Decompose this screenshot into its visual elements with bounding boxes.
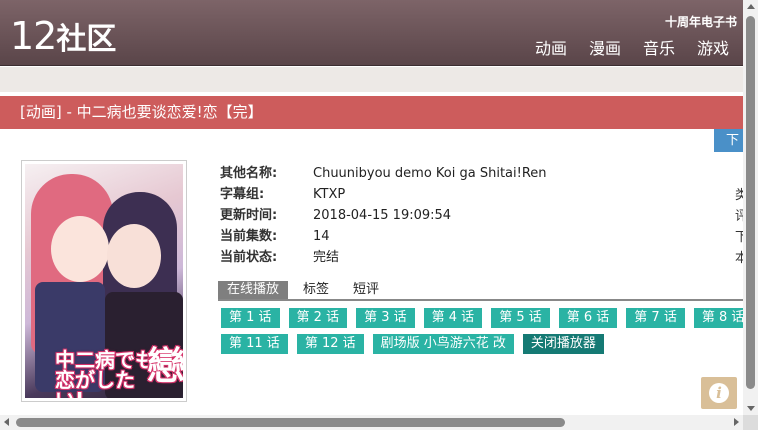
info-row-updated: 更新时间: 2018-04-15 19:09:54 (220, 205, 547, 226)
nav-item-games[interactable]: 游戏 (697, 38, 729, 60)
info-value: 2018-04-15 19:09:54 (313, 208, 452, 223)
movie-button[interactable]: 剧场版 小鸟游六花 改 (372, 334, 514, 354)
side-info-item: 评 (735, 209, 743, 224)
side-info-column: 类 评 下 本 (735, 185, 743, 269)
info-value: KTXP (313, 187, 346, 202)
info-value: 完结 (313, 250, 340, 265)
info-icon: i (709, 383, 729, 403)
info-row-alt-name: 其他名称: Chuunibyou demo Koi ga Shitai!Ren (220, 163, 547, 184)
tab-short-reviews[interactable]: 短评 (344, 281, 388, 299)
episode-button[interactable]: 第 2 话 (288, 308, 348, 328)
episode-list: 第 1 话 第 2 话 第 3 话 第 4 话 第 5 话 第 6 话 第 7 … (221, 308, 743, 360)
logo-number: 12 (10, 14, 57, 58)
episode-button[interactable]: 第 3 话 (356, 308, 415, 328)
anime-info: 其他名称: Chuunibyou demo Koi ga Shitai!Ren … (220, 163, 547, 268)
info-label: 字幕组: (220, 187, 265, 202)
anime-poster: 中二病でも恋がしたい! 戀 (21, 160, 187, 402)
vertical-scroll-thumb[interactable] (746, 16, 755, 389)
nav-item-music[interactable]: 音乐 (643, 38, 675, 60)
episode-row: 第 1 话 第 2 话 第 3 话 第 4 话 第 5 话 第 6 话 第 7 … (221, 308, 743, 334)
horizontal-scrollbar[interactable] (0, 415, 743, 430)
episode-button[interactable]: 第 7 话 (626, 308, 685, 328)
side-info-item: 下 (735, 230, 743, 245)
info-row-status: 当前状态: 完结 (220, 247, 547, 268)
scroll-right-icon[interactable] (734, 418, 739, 426)
episode-button[interactable]: 第 1 话 (221, 308, 280, 328)
side-info-item: 本 (735, 251, 743, 266)
info-button[interactable]: i (701, 377, 737, 409)
episode-button[interactable]: 第 6 话 (558, 308, 618, 328)
side-info-item: 类 (735, 188, 743, 203)
poster-logo-text: 中二病でも恋がしたい! (55, 348, 155, 398)
episode-button[interactable]: 第 5 话 (491, 308, 550, 328)
close-player-button[interactable]: 关闭播放器 (522, 334, 604, 354)
tab-online-play[interactable]: 在线播放 (218, 281, 289, 299)
logo-text: 社区 (56, 22, 117, 57)
poster-artwork: 中二病でも恋がしたい! 戀 (25, 164, 183, 398)
poster-logo-kanji: 戀 (147, 344, 183, 388)
content-tabs: 在线播放 标签 短评 (218, 281, 743, 301)
episode-row: 第 11 话 第 12 话 剧场版 小鸟游六花 改 关闭播放器 (221, 334, 743, 360)
site-logo[interactable]: 12社区 (10, 14, 116, 62)
site-header: 12社区 十周年电子书 动画 漫画 音乐 游戏 (0, 0, 743, 66)
info-row-episodes: 当前集数: 14 (220, 226, 547, 247)
nav-item-manga[interactable]: 漫画 (589, 38, 621, 60)
episode-button[interactable]: 第 8 话 (693, 308, 743, 328)
info-row-subgroup: 字幕组: KTXP (220, 184, 547, 205)
poster-logo: 中二病でも恋がしたい! 戀 (55, 346, 183, 398)
info-value: Chuunibyou demo Koi ga Shitai!Ren (313, 166, 547, 181)
episode-button[interactable]: 第 12 话 (296, 334, 364, 354)
scroll-down-icon[interactable] (747, 406, 755, 411)
episode-button[interactable]: 第 4 话 (423, 308, 483, 328)
main-nav: 动画 漫画 音乐 游戏 (513, 38, 729, 60)
horizontal-scroll-thumb[interactable] (16, 418, 565, 427)
info-label: 当前集数: (220, 229, 278, 244)
nav-item-anime[interactable]: 动画 (535, 38, 567, 60)
download-button[interactable]: 下 (714, 129, 743, 152)
sub-bar (0, 67, 743, 92)
info-label: 当前状态: (220, 250, 278, 265)
info-label: 更新时间: (220, 208, 278, 223)
episode-button[interactable]: 第 11 话 (221, 334, 288, 354)
ebook-link[interactable]: 十周年电子书 (665, 13, 737, 30)
page-title: [动画] - 中二病也要谈恋爱!恋【完】 (0, 96, 743, 129)
scroll-left-icon[interactable] (4, 418, 9, 426)
scroll-up-icon[interactable] (747, 4, 755, 9)
tab-tags[interactable]: 标签 (294, 281, 338, 299)
info-label: 其他名称: (220, 166, 278, 181)
scrollbar-corner (743, 415, 758, 430)
info-value: 14 (313, 229, 330, 244)
vertical-scrollbar[interactable] (743, 0, 758, 415)
